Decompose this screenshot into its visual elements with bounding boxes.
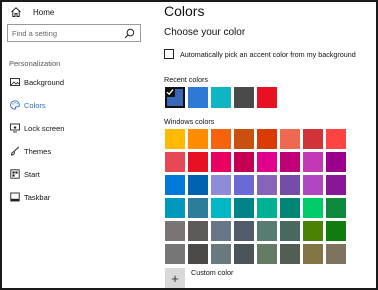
custom-color-label: Custom color <box>191 267 234 277</box>
color-swatch[interactable] <box>234 175 254 195</box>
color-swatch[interactable] <box>211 152 231 172</box>
color-swatch[interactable] <box>303 244 323 264</box>
brush-icon <box>10 146 20 156</box>
palette-icon <box>10 100 20 110</box>
section-label: Personalization <box>9 59 61 68</box>
settings-window: Home Personalization Background <box>0 0 378 290</box>
sidebar-item-label: Themes <box>24 146 52 156</box>
recent-color-swatch[interactable] <box>211 87 231 108</box>
home-icon <box>11 7 21 17</box>
color-swatch[interactable] <box>211 129 231 149</box>
auto-accent-checkbox[interactable] <box>164 49 174 59</box>
sidebar-item-label: Start <box>24 169 40 179</box>
sidebar-item-label: Taskbar <box>24 192 51 202</box>
color-swatch[interactable] <box>211 244 231 264</box>
color-swatch[interactable] <box>303 129 323 149</box>
custom-color-button[interactable]: + Custom color <box>165 268 233 288</box>
color-swatch[interactable] <box>280 244 300 264</box>
start-icon <box>10 169 20 179</box>
color-swatch[interactable] <box>165 175 185 195</box>
sidebar-item-background[interactable]: Background <box>2 73 150 91</box>
recent-colors-label: Recent colors <box>164 75 208 84</box>
color-swatch[interactable] <box>188 244 208 264</box>
sidebar-item-start[interactable]: Start <box>2 165 150 183</box>
color-swatch[interactable] <box>326 221 346 241</box>
sidebar-item-label: Background <box>24 77 65 87</box>
sidebar-item-lock-screen[interactable]: Lock screen <box>2 119 150 137</box>
color-swatch[interactable] <box>165 221 185 241</box>
color-swatch[interactable] <box>211 198 231 218</box>
color-swatch[interactable] <box>188 198 208 218</box>
color-swatch[interactable] <box>326 175 346 195</box>
color-swatch[interactable] <box>303 221 323 241</box>
color-swatch[interactable] <box>211 221 231 241</box>
color-swatch[interactable] <box>188 152 208 172</box>
color-swatch[interactable] <box>257 198 277 218</box>
color-swatch[interactable] <box>234 198 254 218</box>
recent-color-swatch[interactable] <box>165 87 185 108</box>
color-swatch[interactable] <box>280 198 300 218</box>
sidebar: Home Personalization Background <box>2 2 150 288</box>
color-swatch[interactable] <box>326 129 346 149</box>
color-swatch[interactable] <box>280 152 300 172</box>
color-swatch[interactable] <box>211 175 231 195</box>
auto-accent-label: Automatically pick an accent color from … <box>180 49 356 59</box>
sidebar-item-label: Colors <box>24 100 46 110</box>
color-swatch[interactable] <box>280 175 300 195</box>
color-swatch[interactable] <box>257 152 277 172</box>
windows-colors-label: Windows colors <box>164 117 215 126</box>
taskbar-icon <box>10 192 20 202</box>
color-swatch[interactable] <box>257 129 277 149</box>
color-swatch[interactable] <box>280 221 300 241</box>
color-swatch[interactable] <box>303 152 323 172</box>
recent-color-swatch[interactable] <box>257 87 277 108</box>
auto-accent-checkbox-row[interactable]: Automatically pick an accent color from … <box>164 49 356 59</box>
color-swatch[interactable] <box>165 152 185 172</box>
search-input[interactable] <box>8 26 120 40</box>
sidebar-item-colors[interactable]: Colors <box>2 96 150 114</box>
color-swatch[interactable] <box>188 175 208 195</box>
color-swatch[interactable] <box>257 244 277 264</box>
color-swatch[interactable] <box>234 152 254 172</box>
color-swatch[interactable] <box>280 129 300 149</box>
recent-color-swatch[interactable] <box>188 87 208 108</box>
sidebar-item-taskbar[interactable]: Taskbar <box>2 188 150 206</box>
windows-colors-grid <box>165 129 346 264</box>
sidebar-item-themes[interactable]: Themes <box>2 142 150 160</box>
search-box[interactable] <box>7 24 141 42</box>
color-swatch[interactable] <box>326 198 346 218</box>
main-panel: Colors Choose your color Automatically p… <box>162 2 376 288</box>
page-title: Colors <box>164 3 205 19</box>
color-swatch[interactable] <box>234 221 254 241</box>
color-swatch[interactable] <box>234 244 254 264</box>
home-label: Home <box>33 7 55 17</box>
color-swatch[interactable] <box>303 198 323 218</box>
search-icon[interactable] <box>124 28 135 39</box>
checkmark-icon <box>165 87 175 97</box>
color-swatch[interactable] <box>257 175 277 195</box>
color-swatch[interactable] <box>303 175 323 195</box>
section-heading: Choose your color <box>164 27 246 38</box>
monitor-lock-icon <box>10 123 20 133</box>
color-swatch[interactable] <box>188 221 208 241</box>
color-swatch[interactable] <box>257 221 277 241</box>
color-swatch[interactable] <box>165 129 185 149</box>
color-swatch[interactable] <box>188 129 208 149</box>
color-swatch[interactable] <box>234 129 254 149</box>
color-swatch[interactable] <box>326 152 346 172</box>
home-link[interactable]: Home <box>10 5 54 19</box>
plus-icon[interactable]: + <box>165 268 185 288</box>
color-swatch[interactable] <box>165 198 185 218</box>
recent-colors <box>165 87 280 108</box>
sidebar-item-label: Lock screen <box>24 123 65 133</box>
color-swatch[interactable] <box>165 244 185 264</box>
recent-color-swatch[interactable] <box>234 87 254 108</box>
color-swatch[interactable] <box>326 244 346 264</box>
picture-icon <box>10 78 20 86</box>
